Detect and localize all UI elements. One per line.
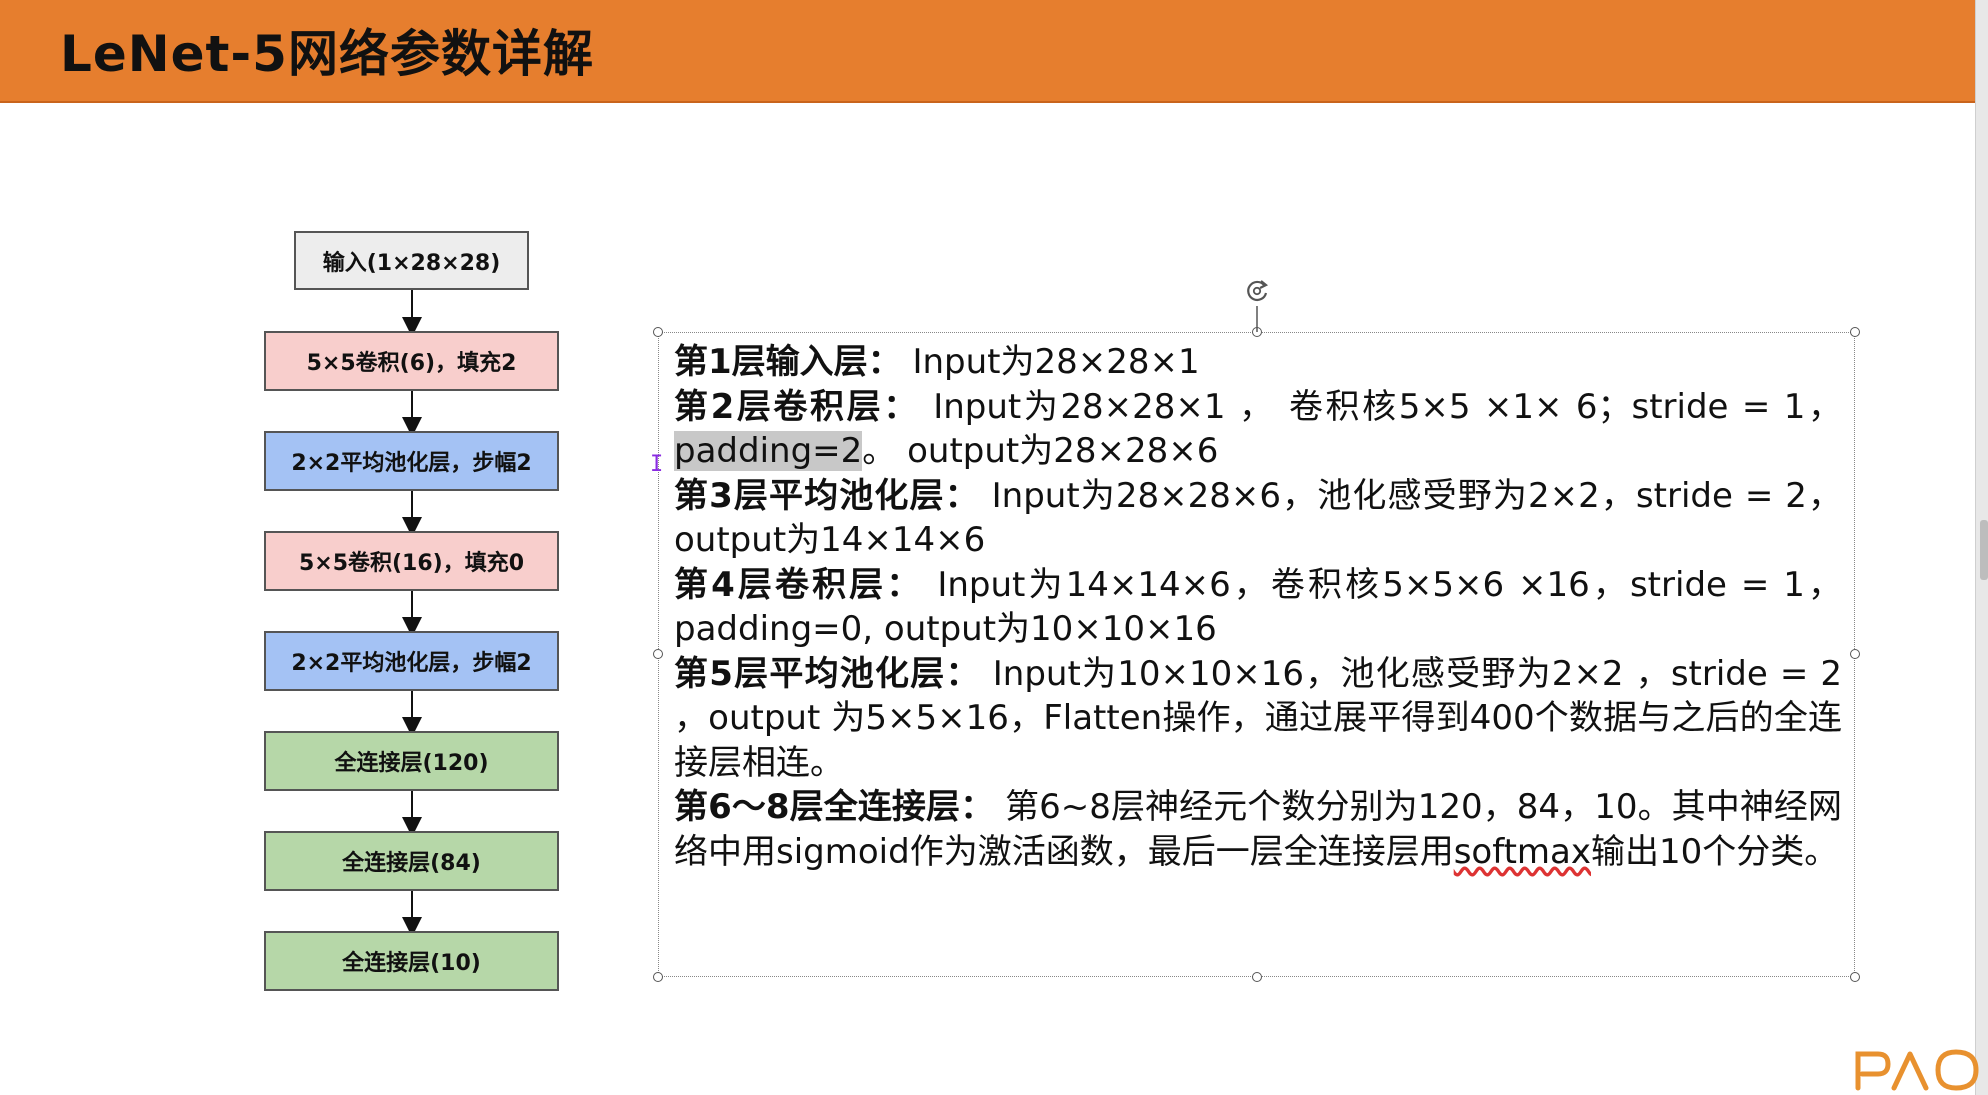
pao-logo — [1855, 1049, 1979, 1091]
resize-handle-s[interactable] — [1252, 972, 1262, 982]
node-pool2[interactable]: 2×2平均池化层，步幅2 — [264, 631, 559, 691]
layer3-paragraph: 第3层平均池化层： Input为28×28×6，池化感受野为2×2，stride… — [674, 474, 1842, 563]
layer2-text-2: 。 output为28×28×6 — [862, 431, 1219, 471]
rotate-handle-icon[interactable] — [1242, 276, 1272, 306]
layer6-8-paragraph: 第6～8层全连接层： 第6~8层神经元个数分别为120，84，10。其中神经网络… — [674, 785, 1842, 874]
text-content[interactable]: 第1层输入层： Input为28×28×1 第2层卷积层： Input为28×2… — [674, 340, 1842, 874]
node-fc84[interactable]: 全连接层(84) — [264, 831, 559, 891]
resize-handle-sw[interactable] — [653, 972, 663, 982]
layer2-heading: 第2层卷积层： — [674, 386, 920, 427]
node-conv2[interactable]: 5×5卷积(16)，填充0 — [264, 531, 559, 591]
node-input[interactable]: 输入(1×28×28) — [294, 231, 529, 290]
layer1-text: Input为28×28×1 — [901, 342, 1200, 382]
resize-handle-se[interactable] — [1850, 972, 1860, 982]
node-fc120[interactable]: 全连接层(120) — [264, 731, 559, 791]
rotate-connector — [1256, 306, 1258, 332]
layer3-heading: 第3层平均池化层： — [674, 475, 980, 516]
layer4-paragraph: 第4层卷积层： Input为14×14×6，卷积核5×5×6 ×16，strid… — [674, 563, 1842, 652]
resize-handle-nw[interactable] — [653, 327, 663, 337]
resize-handle-e[interactable] — [1850, 649, 1860, 659]
text-cursor-icon: I — [650, 452, 664, 477]
node-fc10[interactable]: 全连接层(10) — [264, 931, 559, 991]
layer5-heading: 第5层平均池化层： — [674, 653, 981, 694]
layer6-8-text-2: 输出10个分类。 — [1591, 831, 1839, 872]
layer2-paragraph: 第2层卷积层： Input为28×28×1 ， 卷积核5×5 ×1× 6；str… — [674, 385, 1842, 474]
layer5-paragraph: 第5层平均池化层： Input为10×10×16，池化感受野为2×2 ，stri… — [674, 652, 1842, 786]
layer1-paragraph: 第1层输入层： Input为28×28×1 — [674, 340, 1842, 385]
layer2-highlighted-text: padding=2 — [674, 431, 863, 471]
layer6-8-heading: 第6～8层全连接层： — [674, 787, 995, 827]
node-pool1[interactable]: 2×2平均池化层，步幅2 — [264, 431, 559, 491]
resize-handle-w[interactable] — [653, 649, 663, 659]
resize-handle-ne[interactable] — [1850, 327, 1860, 337]
layer2-text: Input为28×28×1 ， 卷积核5×5 ×1× 6；stride = 1， — [919, 386, 1842, 427]
spellcheck-word: softmax — [1453, 831, 1591, 872]
node-conv1[interactable]: 5×5卷积(6)，填充2 — [264, 331, 559, 391]
layer4-heading: 第4层卷积层： — [674, 564, 924, 605]
layer1-heading: 第1层输入层： — [674, 342, 902, 382]
